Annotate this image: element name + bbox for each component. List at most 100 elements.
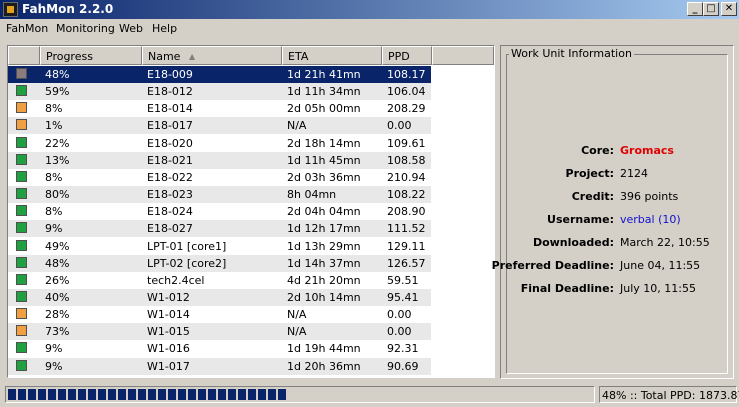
menu-fahmon[interactable]: FahMon xyxy=(6,22,48,35)
table-row[interactable]: 8% E18-014 2d 05h 00mn 208.29 xyxy=(8,100,431,117)
column-header-status[interactable] xyxy=(8,46,40,65)
cell-progress: 48% xyxy=(45,256,70,270)
info-label-core: Core: xyxy=(581,144,614,157)
cell-eta: 1d 19h 44mn xyxy=(287,342,361,356)
cell-name: W1-014 xyxy=(147,308,190,322)
table-row[interactable]: 9% E18-027 1d 12h 17mn 111.52 xyxy=(8,220,431,238)
cell-name: E18-020 xyxy=(147,136,193,150)
table-row[interactable]: 28% W1-014 N/A 0.00 xyxy=(8,306,431,323)
cell-name: W1-015 xyxy=(147,325,190,339)
status-indicator-icon xyxy=(16,290,27,302)
column-header-ppd[interactable]: PPD xyxy=(382,46,432,65)
cell-name: LPT-02 [core2] xyxy=(147,256,227,270)
cell-name: W1-016 xyxy=(147,342,190,356)
status-indicator-icon xyxy=(16,170,27,182)
cell-name: LPT-01 [core1] xyxy=(147,239,227,253)
status-indicator-icon xyxy=(16,153,27,165)
sort-ascending-icon: ▲ xyxy=(189,52,196,61)
column-header-eta[interactable]: ETA xyxy=(282,46,382,65)
maximize-button[interactable]: □ xyxy=(703,2,719,16)
table-row[interactable]: 1% E18-017 N/A 0.00 xyxy=(8,117,431,135)
cell-ppd: 59.51 xyxy=(387,273,419,287)
cell-ppd: 92.31 xyxy=(387,342,419,356)
cell-progress: 40% xyxy=(45,290,70,304)
status-indicator-icon xyxy=(16,85,27,97)
work-unit-list[interactable]: Progress Name ▲ ETA PPD 48% E18-009 1d 21h… xyxy=(7,45,495,378)
table-row[interactable]: 48% E18-009 1d 21h 41mn 108.17 xyxy=(8,66,431,83)
cell-eta: 2d 03h 36mn xyxy=(287,170,361,184)
menu-web[interactable]: Web xyxy=(119,22,143,35)
cell-ppd: 106.04 xyxy=(387,85,426,99)
cell-eta: 8h 04mn xyxy=(287,188,337,202)
column-header-name[interactable]: Name ▲ xyxy=(142,46,282,65)
status-bar: 48% :: Total PPD: 1873.87 xyxy=(0,383,739,407)
table-row[interactable]: 8% E18-024 2d 04h 04mn 208.90 xyxy=(8,203,431,220)
cell-eta: 1d 20h 36mn xyxy=(287,359,361,373)
cell-progress: 1% xyxy=(45,119,63,133)
info-label-final: Final Deadline: xyxy=(520,282,614,295)
overall-progress-bar xyxy=(5,386,595,403)
cell-progress: 9% xyxy=(45,222,63,236)
info-value-core: Gromacs xyxy=(620,144,674,157)
table-row[interactable]: 8% E18-022 2d 03h 36mn 210.94 xyxy=(8,169,431,186)
cell-eta: 2d 10h 14mn xyxy=(287,290,361,304)
cell-ppd: 109.61 xyxy=(387,136,426,150)
window-title: FahMon 2.2.0 xyxy=(22,2,114,16)
status-indicator-icon xyxy=(16,136,27,148)
table-row[interactable]: 49% LPT-01 [core1] 1d 13h 29mn 129.11 xyxy=(8,238,431,255)
table-row[interactable]: 40% W1-012 2d 10h 14mn 95.41 xyxy=(8,288,431,306)
menu-help[interactable]: Help xyxy=(152,22,177,35)
cell-progress: 49% xyxy=(45,239,70,253)
info-value-final: July 10, 11:55 xyxy=(620,282,696,295)
table-row[interactable]: 48% LPT-02 [core2] 1d 14h 37mn 126.57 xyxy=(8,254,431,272)
cell-ppd: 90.69 xyxy=(387,359,419,373)
status-indicator-icon xyxy=(16,325,27,337)
cell-ppd: 129.11 xyxy=(387,239,426,253)
cell-progress: 22% xyxy=(45,136,70,150)
status-indicator-icon xyxy=(16,102,27,114)
minimize-button[interactable]: _ xyxy=(687,2,703,16)
cell-ppd: 95.41 xyxy=(387,290,419,304)
cell-eta: 1d 13h 29mn xyxy=(287,239,361,253)
table-row[interactable]: 59% E18-012 1d 11h 34mn 106.04 xyxy=(8,83,431,101)
info-value-username: verbal (10) xyxy=(620,213,681,226)
status-indicator-icon xyxy=(16,119,27,131)
cell-name: E18-014 xyxy=(147,102,193,116)
info-label-credit: Credit: xyxy=(571,190,614,203)
status-indicator-icon xyxy=(16,205,27,217)
table-row[interactable]: 80% E18-023 8h 04mn 108.22 xyxy=(8,186,431,204)
close-button[interactable]: ✕ xyxy=(721,2,737,16)
cell-eta: 1d 11h 34mn xyxy=(287,85,361,99)
cell-name: E18-021 xyxy=(147,153,193,167)
cell-eta: 1d 11h 45mn xyxy=(287,153,361,167)
cell-eta: 2d 04h 04mn xyxy=(287,205,361,219)
table-row[interactable]: 13% E18-021 1d 11h 45mn 108.58 xyxy=(8,151,431,169)
cell-ppd: 0.00 xyxy=(387,325,412,339)
cell-progress: 28% xyxy=(45,308,70,322)
info-group-box xyxy=(506,54,728,374)
menu-monitoring[interactable]: Monitoring xyxy=(56,22,115,35)
status-indicator-icon xyxy=(16,273,27,285)
title-bar[interactable]: FahMon 2.2.0 _ □ ✕ xyxy=(0,0,739,19)
status-indicator-icon xyxy=(16,68,27,79)
table-row[interactable]: 22% E18-020 2d 18h 14mn 109.61 xyxy=(8,135,431,152)
cell-name: tech2.4cel xyxy=(147,273,205,287)
cell-eta: 1d 21h 41mn xyxy=(287,68,361,81)
cell-name: W1-012 xyxy=(147,290,190,304)
status-indicator-icon xyxy=(16,359,27,371)
info-label-preferred: Preferred Deadline: xyxy=(491,259,614,272)
table-row[interactable]: 73% W1-015 N/A 0.00 xyxy=(8,323,431,341)
cell-eta: 2d 05h 00mn xyxy=(287,102,361,116)
cell-progress: 80% xyxy=(45,188,70,202)
cell-ppd: 108.22 xyxy=(387,188,426,202)
cell-eta: 1d 12h 17mn xyxy=(287,222,361,236)
table-row[interactable]: 9% W1-016 1d 19h 44mn 92.31 xyxy=(8,340,431,357)
cell-name: E18-024 xyxy=(147,205,193,219)
column-header-progress[interactable]: Progress xyxy=(40,46,142,65)
table-row[interactable]: 26% tech2.4cel 4d 21h 20mn 59.51 xyxy=(8,272,431,289)
cell-name: E18-022 xyxy=(147,170,193,184)
table-row[interactable]: 9% W1-017 1d 20h 36mn 90.69 xyxy=(8,357,431,375)
cell-ppd: 0.00 xyxy=(387,308,412,322)
work-unit-info-panel: Work Unit Information Core: Gromacs Projec… xyxy=(492,45,734,379)
info-value-downloaded: March 22, 10:55 xyxy=(620,236,710,249)
